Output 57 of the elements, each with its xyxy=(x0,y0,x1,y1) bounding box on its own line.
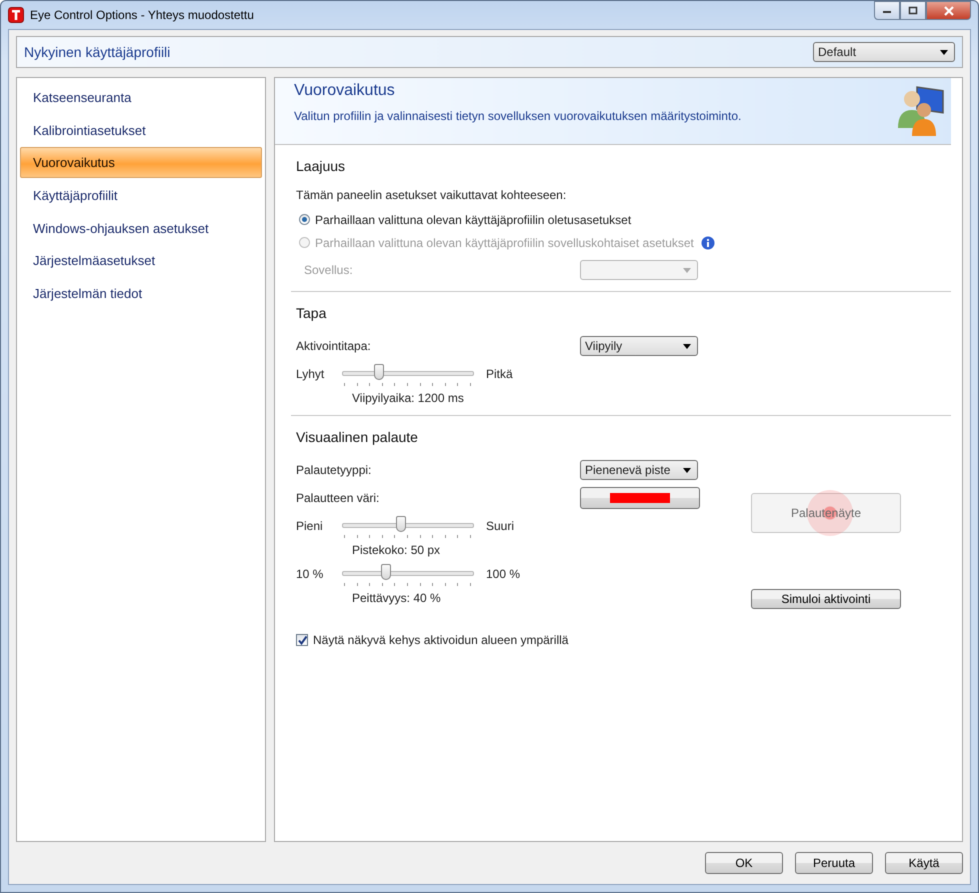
delay-slider[interactable] xyxy=(342,363,474,385)
slider-min-label: Pieni xyxy=(296,519,324,533)
slider-reading: Pistekoko: 50 px xyxy=(352,543,442,557)
feedback-type-dropdown[interactable]: Pienenevä piste xyxy=(580,460,698,480)
maximize-button[interactable] xyxy=(900,1,926,20)
maximize-icon xyxy=(908,6,918,15)
close-button[interactable] xyxy=(926,1,971,20)
slider-reading: Viipyilyaika: 1200 ms xyxy=(352,391,465,405)
profile-label: Nykyinen käyttäjäprofiili xyxy=(24,44,170,60)
section-heading: Tapa xyxy=(296,305,328,321)
sidebar-item[interactable]: Vuorovaikutus xyxy=(20,147,262,178)
profile-dropdown[interactable]: Default xyxy=(813,42,955,62)
app-logo-icon xyxy=(8,7,24,23)
radio-label: Parhaillaan valittuna olevan käyttäjäprofiilin oletusasetukset xyxy=(315,212,632,226)
section-heading: Visuaalinen palaute xyxy=(296,429,419,445)
slider-thumb[interactable] xyxy=(396,516,406,532)
window-title: Eye Control Options - Yhteys muodostettu xyxy=(30,8,255,22)
checkbox[interactable] xyxy=(296,634,308,646)
slider-thumb[interactable] xyxy=(380,564,391,580)
color-picker-button[interactable] xyxy=(580,487,700,509)
slider[interactable] xyxy=(342,563,474,585)
sidebar-item[interactable]: Kalibrointiasetukset xyxy=(20,114,262,146)
sidebar-item[interactable]: Käyttäjäprofiilit xyxy=(20,180,262,212)
activation-label: Aktivointitapa: xyxy=(296,339,372,353)
radio-button[interactable] xyxy=(299,214,310,225)
slider-min-label: 10 % xyxy=(296,567,324,581)
section-heading: Laajuus xyxy=(296,158,346,174)
dialog-button[interactable]: Peruuta xyxy=(795,852,873,874)
minimize-button[interactable] xyxy=(874,1,900,20)
checkbox-label: Näytä näkyvä kehys aktivoidun alueen ympärillä xyxy=(313,633,568,647)
panel-title: Vuorovaikutus xyxy=(294,82,396,100)
slider-min-label: Lyhyt xyxy=(296,367,326,381)
slider-max-label: 100 % xyxy=(486,567,520,581)
slider[interactable] xyxy=(342,515,474,537)
activation-dropdown[interactable]: Viipyily xyxy=(580,336,698,356)
slider-reading: Peittävyys: 40 % xyxy=(352,591,442,605)
caret-icon xyxy=(940,50,948,54)
scope-prompt: Tämän paneelin asetukset vaikuttavat kohteeseen: xyxy=(296,188,568,202)
slider-max-label: Suuri xyxy=(486,519,514,533)
feedback-type-label: Palautetyyppi: xyxy=(296,463,372,477)
caret-icon xyxy=(683,268,691,272)
caret-icon xyxy=(683,344,691,348)
application-label: Sovellus: xyxy=(303,263,354,277)
sidebar-item[interactable]: Järjestelmäasetukset xyxy=(20,245,262,276)
sidebar-item[interactable]: Windows-ohjauksen asetukset xyxy=(20,212,262,244)
sidebar-item[interactable]: Katseenseuranta xyxy=(20,82,262,113)
feedback-color-label: Palautteen väri: xyxy=(296,491,380,505)
dialog-button[interactable]: OK xyxy=(705,852,783,874)
caret-icon xyxy=(683,468,691,472)
close-icon xyxy=(942,6,954,16)
slider-thumb[interactable] xyxy=(374,364,384,380)
slider-max-label: Pitkä xyxy=(486,367,513,381)
dialog-button[interactable]: Käytä xyxy=(885,852,963,874)
panel-description: Valitun profiilin ja valinnaisesti tietyn sovelluksen vuorovaikutuksen määritystoiminto. xyxy=(294,109,742,123)
simulate-button[interactable]: Simuloi aktivointi xyxy=(751,589,901,609)
sidebar-item[interactable]: Järjestelmän tiedot xyxy=(20,278,262,310)
radio-label: Parhaillaan valittuna olevan käyttäjäprofiilin sovelluskohtaiset asetukset xyxy=(315,236,694,250)
